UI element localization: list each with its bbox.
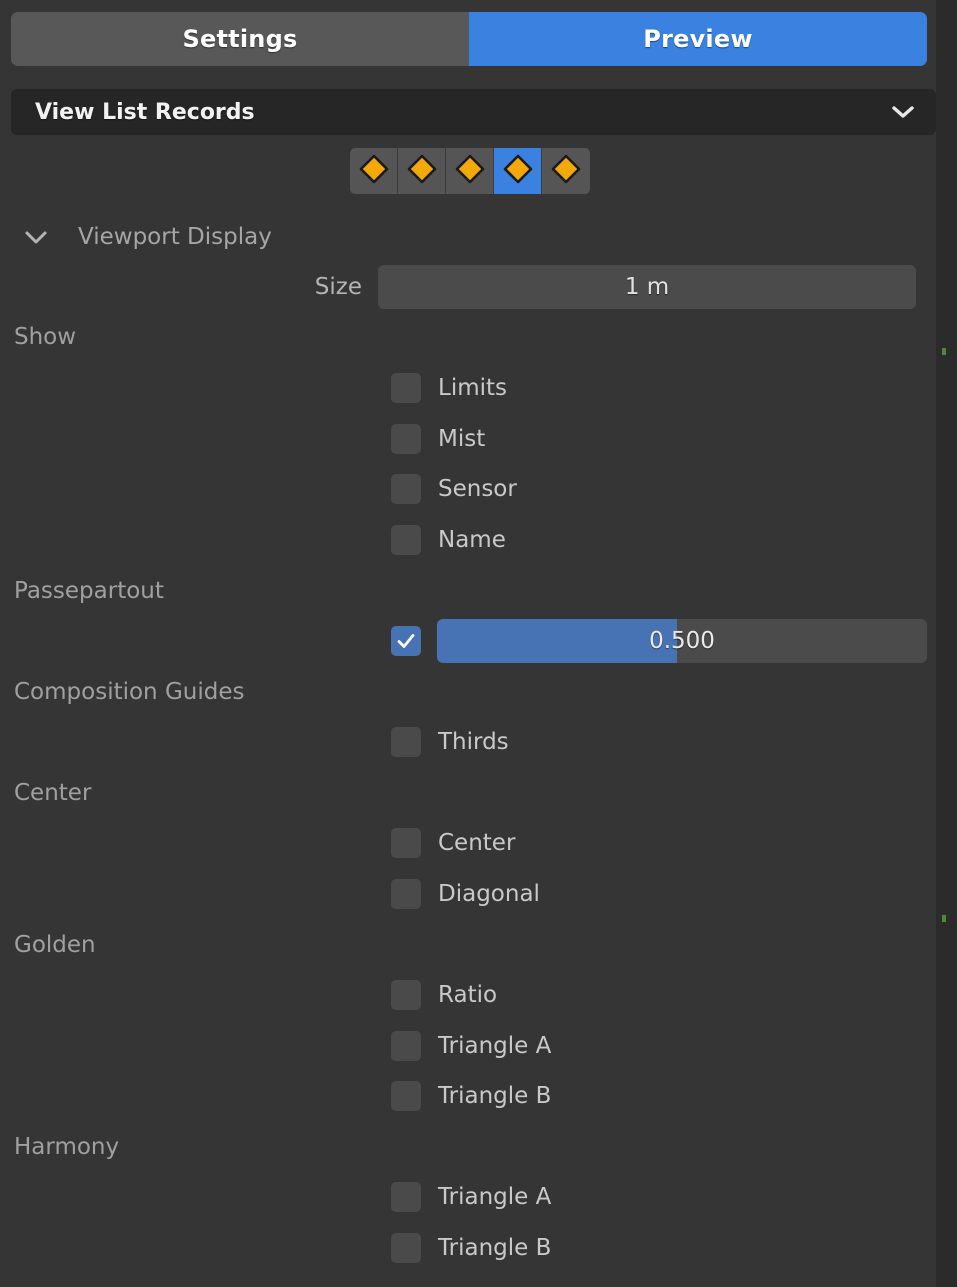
row-golden-header: Golden <box>0 922 936 968</box>
row-passepartout-value: 0.500 <box>391 618 927 664</box>
panel-right-edge <box>936 0 957 1287</box>
checkbox-sensor[interactable]: Sensor <box>391 466 517 512</box>
size-label: Size <box>314 274 362 300</box>
checkbox-box[interactable] <box>391 1233 421 1263</box>
show-label: Show <box>14 324 77 350</box>
checkbox-label[interactable]: Mist <box>438 426 485 452</box>
datablock-selector[interactable]: View List Records <box>11 89 936 135</box>
passepartout-value: 0.500 <box>649 628 715 654</box>
checkbox-limits[interactable]: Limits <box>391 365 507 411</box>
keyframe-diamond-icon <box>455 154 485 188</box>
edge-artifact <box>942 915 946 922</box>
checkbox-label[interactable]: Sensor <box>438 476 517 502</box>
checkbox-box[interactable] <box>391 828 421 858</box>
checkbox-label[interactable]: Name <box>438 527 506 553</box>
row-harmony-header: Harmony <box>0 1124 936 1170</box>
keyframe-diamond-icon <box>359 154 389 188</box>
golden-label: Golden <box>14 932 96 958</box>
keyframe-diamond-icon <box>551 154 581 188</box>
passepartout-checkbox[interactable] <box>391 626 421 656</box>
checkbox-golden-triangle-a[interactable]: Triangle A <box>391 1023 551 1069</box>
checkbox-label[interactable]: Ratio <box>438 982 497 1008</box>
edge-artifact <box>942 348 946 355</box>
center-label: Center <box>14 780 92 806</box>
datablock-name: View List Records <box>35 99 255 125</box>
keyframe-diamond-icon <box>503 154 533 188</box>
section-header-viewport-display[interactable]: Viewport Display <box>14 218 272 256</box>
checkbox-harmony-triangle-b[interactable]: Triangle B <box>391 1225 551 1271</box>
passepartout-slider[interactable]: 0.500 <box>437 619 927 663</box>
checkbox-golden-triangle-b[interactable]: Triangle B <box>391 1073 551 1119</box>
checkbox-mist[interactable]: Mist <box>391 416 485 462</box>
checkbox-box[interactable] <box>391 980 421 1010</box>
chevron-down-icon <box>890 104 916 120</box>
checkbox-box[interactable] <box>391 1081 421 1111</box>
keyframe-cell-3[interactable] <box>446 148 494 194</box>
checkbox-label[interactable]: Triangle A <box>438 1033 551 1059</box>
checkbox-golden-ratio[interactable]: Ratio <box>391 972 497 1018</box>
tab-settings-label: Settings <box>182 25 298 53</box>
row-composition-guides-header: Composition Guides <box>0 669 936 715</box>
checkbox-box[interactable] <box>391 373 421 403</box>
checkbox-label[interactable]: Limits <box>438 375 507 401</box>
checkbox-label[interactable]: Thirds <box>438 729 509 755</box>
checkbox-label[interactable]: Center <box>438 830 515 856</box>
checkbox-diagonal[interactable]: Diagonal <box>391 871 540 917</box>
checkbox-thirds[interactable]: Thirds <box>391 719 509 765</box>
tab-settings[interactable]: Settings <box>11 12 469 66</box>
keyframe-cell-2[interactable] <box>398 148 446 194</box>
harmony-label: Harmony <box>14 1134 120 1160</box>
checkbox-box[interactable] <box>391 424 421 454</box>
tab-bar: Settings Preview <box>11 12 927 66</box>
checkbox-box[interactable] <box>391 525 421 555</box>
size-input[interactable]: 1 m <box>378 265 916 309</box>
checkbox-label[interactable]: Triangle B <box>438 1235 551 1261</box>
row-center-header: Center <box>0 770 936 816</box>
checkbox-box[interactable] <box>391 1182 421 1212</box>
composition-guides-label: Composition Guides <box>14 679 245 705</box>
checkbox-label[interactable]: Triangle A <box>438 1184 551 1210</box>
checkbox-box[interactable] <box>391 1031 421 1061</box>
tab-preview[interactable]: Preview <box>469 12 927 66</box>
chevron-down-icon <box>14 227 58 247</box>
section-title: Viewport Display <box>78 224 272 250</box>
checkbox-center[interactable]: Center <box>391 820 515 866</box>
checkbox-box[interactable] <box>391 474 421 504</box>
checkbox-harmony-triangle-a[interactable]: Triangle A <box>391 1174 551 1220</box>
checkbox-label[interactable]: Triangle B <box>438 1083 551 1109</box>
size-value: 1 m <box>624 274 670 300</box>
keyframe-cell-1[interactable] <box>350 148 398 194</box>
keyframe-cell-4[interactable] <box>494 148 542 194</box>
row-passepartout-header: Passepartout <box>0 568 936 614</box>
properties-panel: Settings Preview View List Records Viewp… <box>0 0 936 1287</box>
checkbox-name[interactable]: Name <box>391 517 506 563</box>
keyframe-diamond-icon <box>407 154 437 188</box>
checkbox-box[interactable] <box>391 879 421 909</box>
row-size: Size 1 m <box>0 264 936 310</box>
row-show-header: Show <box>0 314 936 360</box>
checkbox-box[interactable] <box>391 727 421 757</box>
tab-preview-label: Preview <box>643 25 753 53</box>
keyframe-toggle-row <box>350 148 590 194</box>
checkbox-label[interactable]: Diagonal <box>438 881 540 907</box>
keyframe-cell-5[interactable] <box>542 148 590 194</box>
passepartout-label: Passepartout <box>14 578 164 604</box>
